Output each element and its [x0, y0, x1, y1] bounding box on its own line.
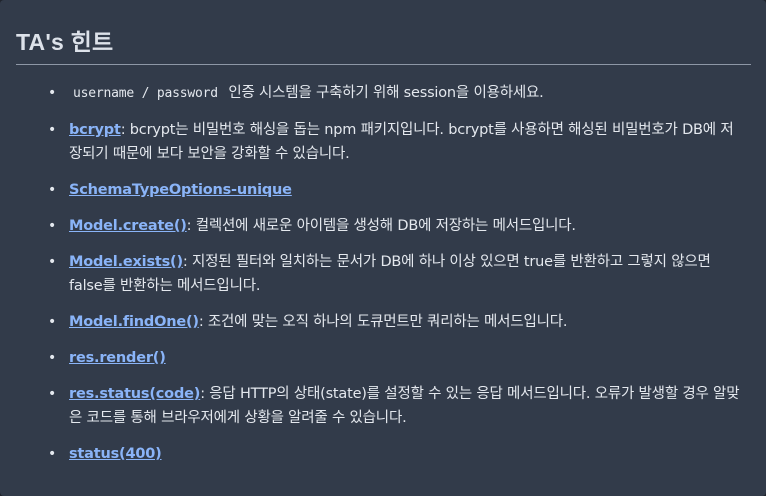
hint-text: : 컬렉션에 새로운 아이템을 생성해 DB에 저장하는 메서드입니다.: [186, 218, 576, 234]
bullet-icon: •: [48, 85, 57, 101]
hint-item-status-400: • status(400): [16, 442, 750, 466]
inline-code: username / password: [73, 86, 218, 101]
res-render-link[interactable]: res.render(): [69, 350, 166, 366]
bcrypt-link[interactable]: bcrypt: [69, 122, 121, 138]
bullet-icon: •: [48, 446, 57, 462]
hint-item-exists: • Model.exists(): 지정된 필터와 일치하는 문서가 DB에 하…: [16, 250, 750, 298]
model-findone-link[interactable]: Model.findOne(): [69, 314, 199, 330]
hint-list: • username / password 인증 시스템을 구축하기 위해 se…: [16, 81, 750, 466]
title-divider: [16, 64, 751, 65]
bullet-icon: •: [48, 386, 57, 402]
hint-text: 인증 시스템을 구축하기 위해 session을 이용하세요.: [223, 85, 544, 101]
hint-item-status-code: • res.status(code): 응답 HTTP의 상태(state)를 …: [16, 382, 750, 430]
hint-item-bcrypt: • bcrypt: bcrypt는 비밀번호 해싱을 돕는 npm 패키지입니다…: [16, 118, 750, 166]
ta-hints-panel: TA's 힌트 • username / password 인증 시스템을 구축…: [0, 0, 766, 496]
hint-item-render: • res.render(): [16, 346, 750, 370]
panel-title: TA's 힌트: [16, 29, 114, 55]
hint-item-session: • username / password 인증 시스템을 구축하기 위해 se…: [16, 81, 750, 106]
model-exists-link[interactable]: Model.exists(): [69, 254, 183, 270]
hint-text: : 조건에 맞는 오직 하나의 도큐먼트만 쿼리하는 메서드입니다.: [198, 314, 568, 330]
res-status-link[interactable]: res.status(code): [69, 386, 200, 402]
hint-text: : bcrypt는 비밀번호 해싱을 돕는 npm 패키지입니다. bcrypt…: [69, 122, 734, 162]
bullet-icon: •: [48, 350, 57, 366]
bullet-icon: •: [48, 182, 57, 198]
hint-item-findone: • Model.findOne(): 조건에 맞는 오직 하나의 도큐먼트만 쿼…: [16, 310, 750, 334]
model-create-link[interactable]: Model.create(): [69, 218, 187, 234]
bullet-icon: •: [48, 122, 57, 138]
bullet-icon: •: [48, 314, 57, 330]
status-400-link[interactable]: status(400): [69, 446, 162, 462]
schema-type-options-unique-link[interactable]: SchemaTypeOptions-unique: [69, 182, 292, 198]
hint-item-unique: • SchemaTypeOptions-unique: [16, 178, 750, 202]
bullet-icon: •: [48, 218, 57, 234]
bullet-icon: •: [48, 254, 57, 270]
hint-item-create: • Model.create(): 컬렉션에 새로운 아이템을 생성해 DB에 …: [16, 214, 750, 238]
